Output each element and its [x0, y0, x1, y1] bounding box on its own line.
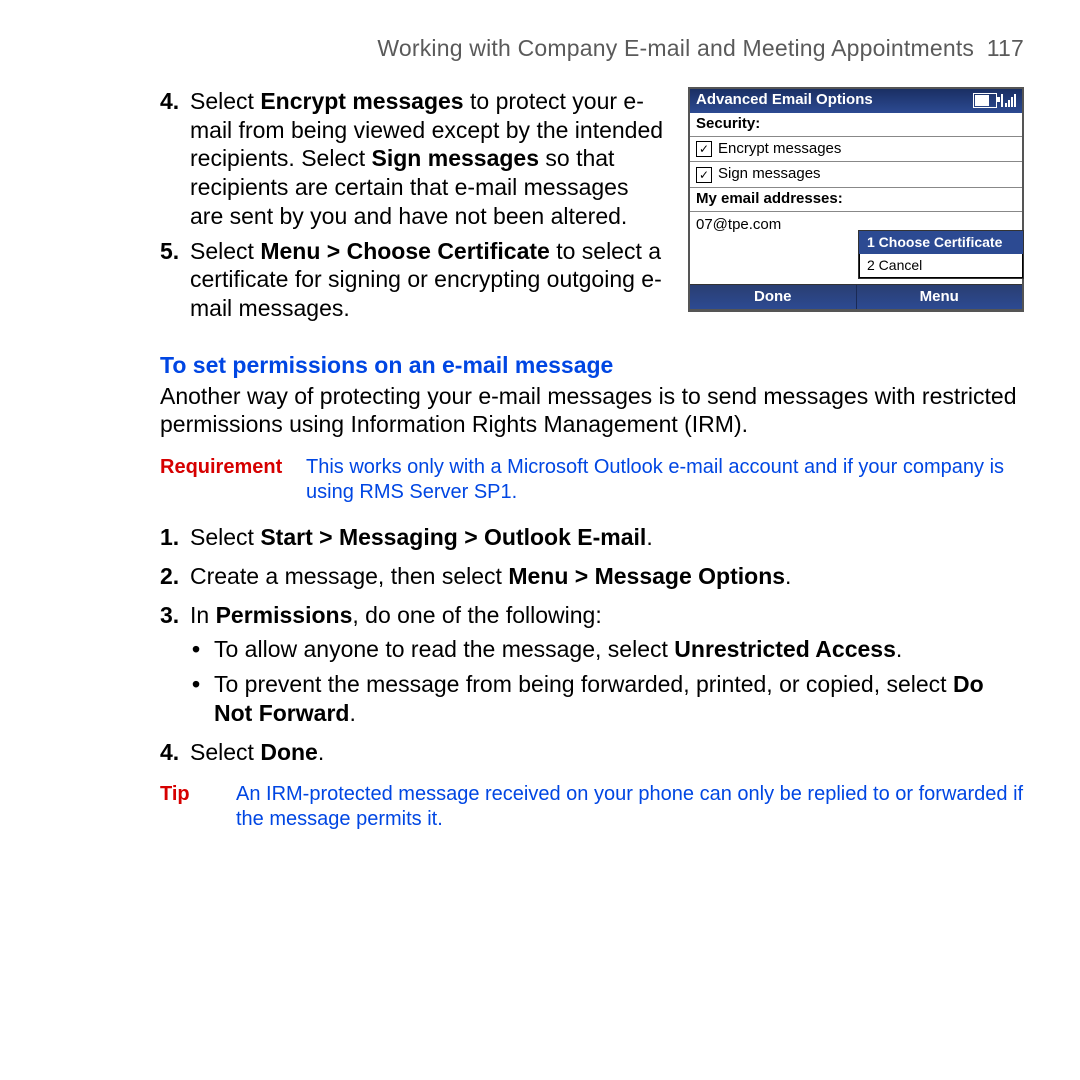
perm-step-4: 4. Select Done.	[160, 738, 1024, 767]
perm-step-3: 3. In Permissions, do one of the followi…	[160, 601, 1024, 728]
phone-title: Advanced Email Options	[696, 91, 873, 110]
softkey-menu[interactable]: Menu	[856, 285, 1023, 309]
step-5: 5. Select Menu > Choose Certificate to s…	[160, 237, 664, 323]
top-steps-list: 4. Select Encrypt messages to protect yo…	[160, 87, 664, 323]
step-number: 3.	[160, 601, 179, 630]
perm-step-2: 2. Create a message, then select Menu > …	[160, 562, 1024, 591]
encrypt-label: Encrypt messages	[718, 140, 841, 159]
step-number: 4.	[160, 738, 179, 767]
sign-label: Sign messages	[718, 165, 821, 184]
tip-label: Tip	[160, 782, 220, 832]
perm-steps-list: 1. Select Start > Messaging > Outlook E-…	[160, 523, 1024, 766]
running-header: Working with Company E-mail and Meeting …	[160, 34, 1024, 63]
step-text: In Permissions, do one of the following:	[190, 602, 602, 628]
addresses-label: My email addresses:	[690, 188, 1022, 212]
step-number: 4.	[160, 87, 179, 116]
sign-row[interactable]: ✓ Sign messages	[690, 162, 1022, 188]
step-number: 5.	[160, 237, 179, 266]
tip-text: An IRM-protected message received on you…	[236, 782, 1024, 832]
status-icons	[973, 93, 1016, 108]
page-number: 117	[987, 35, 1024, 61]
phone-screenshot: Advanced Email Options Security: ✓ Encry…	[688, 87, 1024, 312]
document-page: Working with Company E-mail and Meeting …	[0, 0, 1080, 832]
step-number: 1.	[160, 523, 179, 552]
email-address: 07@tpe.com	[696, 216, 781, 235]
step-4: 4. Select Encrypt messages to protect yo…	[160, 87, 664, 231]
softkey-bar: Done Menu	[690, 284, 1022, 309]
checkbox-icon[interactable]: ✓	[696, 141, 712, 157]
security-label: Security:	[690, 113, 1022, 137]
section-heading-permissions: To set permissions on an e-mail message	[160, 351, 1024, 380]
softkey-done[interactable]: Done	[690, 285, 856, 309]
top-steps-text: 4. Select Encrypt messages to protect yo…	[160, 87, 664, 329]
step-text: Select Start > Messaging > Outlook E-mai…	[190, 524, 653, 550]
menu-cancel[interactable]: 2 Cancel	[859, 254, 1023, 278]
requirement-text: This works only with a Microsoft Outlook…	[306, 455, 1024, 505]
step-number: 2.	[160, 562, 179, 591]
menu-choose-certificate[interactable]: 1 Choose Certificate	[859, 231, 1023, 255]
perm-bullet-a: To allow anyone to read the message, sel…	[190, 635, 1024, 664]
encrypt-row[interactable]: ✓ Encrypt messages	[690, 137, 1022, 163]
battery-icon	[973, 93, 997, 108]
chapter-title: Working with Company E-mail and Meeting …	[377, 35, 974, 61]
signal-icon	[1001, 94, 1016, 107]
step-text: Select Done.	[190, 739, 324, 765]
email-area: 07@tpe.com 1 Choose Certificate 2 Cancel	[690, 212, 1022, 284]
requirement-label: Requirement	[160, 455, 290, 505]
perm-intro: Another way of protecting your e-mail me…	[160, 382, 1024, 440]
tip-note: Tip An IRM-protected message received on…	[160, 782, 1024, 832]
step-text: Select Encrypt messages to protect your …	[190, 88, 663, 229]
step-text: Select Menu > Choose Certificate to sele…	[190, 238, 662, 322]
perm-bullets: To allow anyone to read the message, sel…	[190, 635, 1024, 727]
checkbox-icon[interactable]: ✓	[696, 167, 712, 183]
step-text: Create a message, then select Menu > Mes…	[190, 563, 791, 589]
phone-titlebar: Advanced Email Options	[690, 89, 1022, 113]
perm-step-1: 1. Select Start > Messaging > Outlook E-…	[160, 523, 1024, 552]
context-menu: 1 Choose Certificate 2 Cancel	[858, 230, 1024, 279]
perm-bullet-b: To prevent the message from being forwar…	[190, 670, 1024, 728]
requirement-note: Requirement This works only with a Micro…	[160, 455, 1024, 505]
top-two-column: 4. Select Encrypt messages to protect yo…	[160, 87, 1024, 329]
